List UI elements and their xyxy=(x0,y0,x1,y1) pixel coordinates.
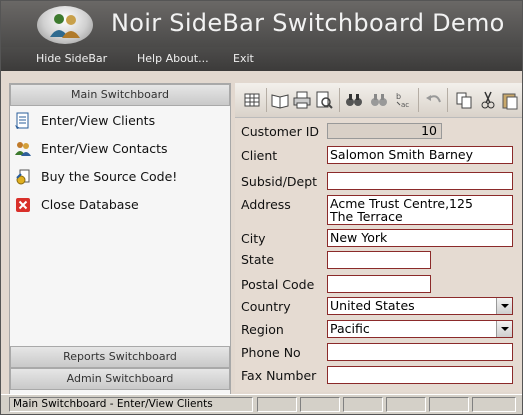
status-text: Main Switchboard - Enter/View Clients xyxy=(9,397,253,412)
app-logo xyxy=(37,6,93,44)
datasheet-icon[interactable] xyxy=(241,89,263,111)
toolbar-separator xyxy=(339,88,340,112)
sidebar-item-label: Buy the Source Code! xyxy=(41,169,178,184)
toolbar: b ac xyxy=(235,83,522,118)
state-field[interactable] xyxy=(327,251,431,269)
customer-id-label: Customer ID xyxy=(241,124,320,139)
cut-icon[interactable] xyxy=(477,89,499,111)
status-panel xyxy=(343,397,383,412)
sidebar-item-label: Enter/View Contacts xyxy=(41,141,168,156)
menu-hide-sidebar[interactable]: Hide SideBar xyxy=(36,52,107,65)
sidebar-item-label: Close Database xyxy=(41,197,139,212)
country-value: United States xyxy=(330,298,415,313)
paste-icon[interactable] xyxy=(499,89,521,111)
address-label: Address xyxy=(241,197,291,212)
state-label: State xyxy=(241,252,275,267)
svg-text:b: b xyxy=(396,92,401,101)
main-switchboard-header[interactable]: Main Switchboard xyxy=(10,84,230,106)
people-icon xyxy=(15,142,31,156)
menu-bar: Hide SideBar Help About... Exit xyxy=(1,47,522,71)
status-panel xyxy=(386,397,426,412)
city-label: City xyxy=(241,231,266,246)
phone-label: Phone No xyxy=(241,345,301,360)
chevron-down-icon[interactable] xyxy=(496,298,512,314)
replace-icon[interactable]: b ac xyxy=(393,89,415,111)
find-next-icon[interactable] xyxy=(368,89,390,111)
sidebar-item-enter-view-contacts[interactable]: Enter/View Contacts xyxy=(12,138,226,160)
undo-icon[interactable] xyxy=(423,89,445,111)
toolbar-separator xyxy=(418,88,419,112)
document-icon xyxy=(15,112,29,129)
sidebar-item-enter-view-clients[interactable]: Enter/View Clients xyxy=(12,110,226,132)
close-icon xyxy=(16,198,30,212)
postal-code-label: Postal Code xyxy=(241,277,315,292)
country-select[interactable]: United States xyxy=(327,297,513,315)
sidebar-item-label: Enter/View Clients xyxy=(41,113,156,128)
print-preview-icon[interactable] xyxy=(313,89,335,111)
region-value: Pacific xyxy=(330,321,370,336)
title-header: Noir SideBar Switchboard Demo xyxy=(1,1,522,47)
customer-id-field: 10 xyxy=(327,123,442,139)
app-window: Noir SideBar Switchboard Demo Hide SideB… xyxy=(0,0,523,415)
people-logo-icon xyxy=(50,14,80,38)
subsid-field[interactable] xyxy=(327,172,513,190)
chevron-down-icon[interactable] xyxy=(496,321,512,337)
status-bar: Main Switchboard - Enter/View Clients xyxy=(1,394,522,414)
city-field[interactable]: New York xyxy=(327,229,513,247)
toolbar-separator xyxy=(266,88,267,112)
open-book-icon[interactable] xyxy=(269,89,291,111)
copy-icon[interactable] xyxy=(453,89,475,111)
fax-label: Fax Number xyxy=(241,368,317,383)
sidebar-item-buy-source[interactable]: Buy the Source Code! xyxy=(12,166,226,188)
client-field[interactable]: Salomon Smith Barney xyxy=(327,146,513,164)
print-icon[interactable] xyxy=(291,89,313,111)
svg-text:ac: ac xyxy=(401,101,409,109)
status-panel xyxy=(257,397,297,412)
status-panel xyxy=(429,397,469,412)
reports-switchboard-header[interactable]: Reports Switchboard xyxy=(10,346,230,368)
find-icon[interactable] xyxy=(343,89,365,111)
status-panel xyxy=(300,397,340,412)
admin-switchboard-header[interactable]: Admin Switchboard xyxy=(10,368,230,390)
menu-help-about[interactable]: Help About... xyxy=(137,52,209,65)
client-label: Client xyxy=(241,148,278,163)
client-form: Customer ID 10 Client Salomon Smith Barn… xyxy=(235,118,522,392)
fax-field[interactable] xyxy=(327,366,513,384)
address-field[interactable]: Acme Trust Centre,125 The Terrace xyxy=(327,195,513,225)
menu-exit[interactable]: Exit xyxy=(233,52,254,65)
phone-field[interactable] xyxy=(327,343,513,361)
app-title: Noir SideBar Switchboard Demo xyxy=(111,9,505,37)
postal-code-field[interactable] xyxy=(327,275,431,293)
buy-icon xyxy=(16,169,30,185)
status-panel xyxy=(472,397,516,412)
subsid-label: Subsid/Dept xyxy=(241,174,318,189)
sidebar-item-close-database[interactable]: Close Database xyxy=(12,194,226,216)
region-select[interactable]: Pacific xyxy=(327,320,513,338)
sidebar: Main Switchboard Enter/View Clients Ente… xyxy=(9,83,231,395)
toolbar-separator xyxy=(447,88,448,112)
region-label: Region xyxy=(241,322,284,337)
country-label: Country xyxy=(241,299,291,314)
